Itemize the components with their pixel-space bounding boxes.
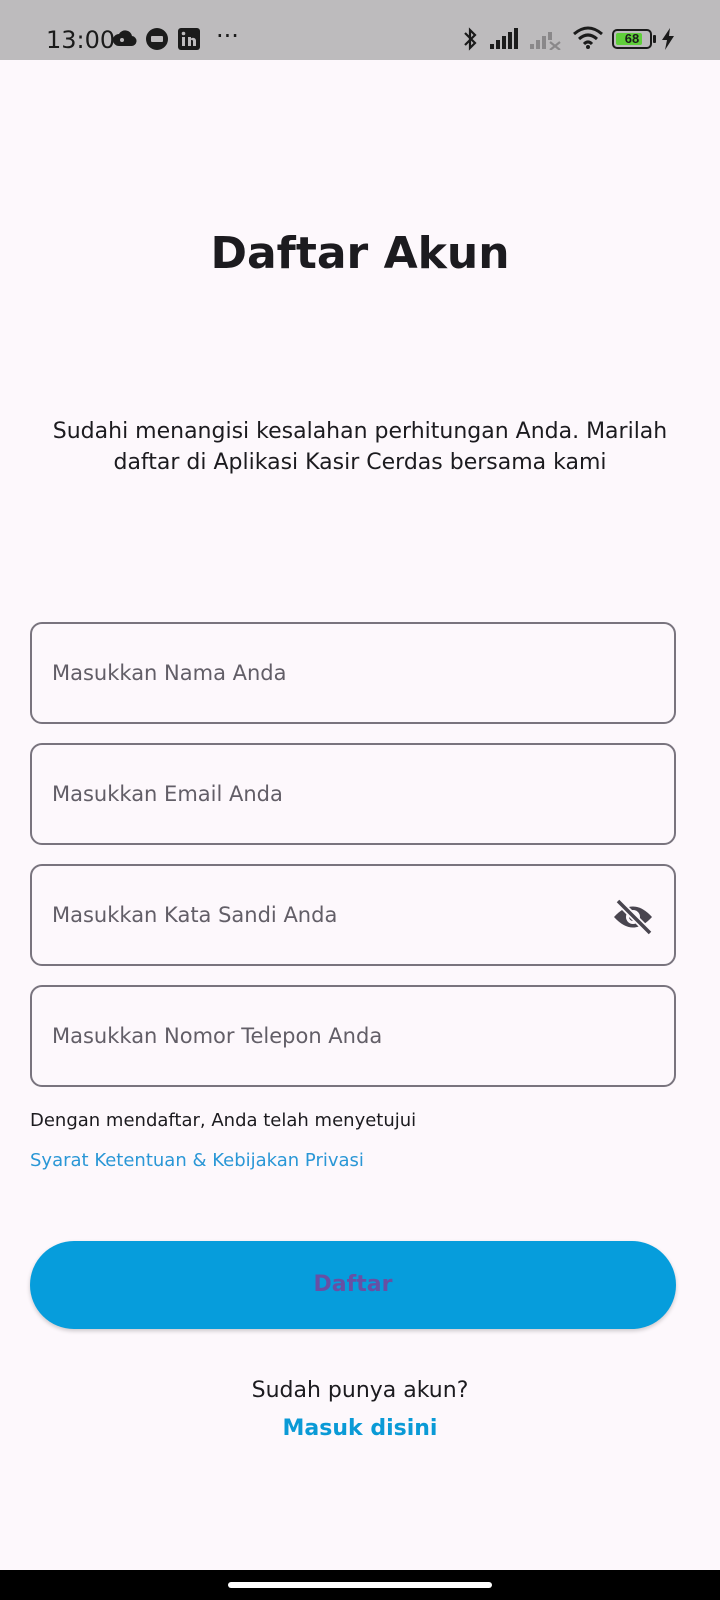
email-field-placeholder: Masukkan Email Anda (52, 782, 283, 806)
name-field[interactable]: Masukkan Nama Anda (30, 622, 676, 724)
signal-no-service-icon (530, 32, 561, 50)
name-field-placeholder: Masukkan Nama Anda (52, 661, 287, 685)
consent-text: Dengan mendaftar, Anda telah menyetujui (30, 1110, 417, 1131)
chat-bubble-icon (146, 28, 168, 50)
status-bar: 13:00 ··· 68 (0, 0, 720, 60)
password-field-placeholder: Masukkan Kata Sandi Anda (52, 903, 338, 927)
phone-field[interactable]: Masukkan Nomor Telepon Anda (30, 985, 676, 1087)
charging-bolt-icon (662, 28, 674, 50)
page-title: Daftar Akun (210, 228, 510, 279)
phone-field-placeholder: Masukkan Nomor Telepon Anda (52, 1024, 383, 1048)
terms-link[interactable]: Syarat Ketentuan & Kebijakan Privasi (30, 1150, 364, 1171)
signal-icon (490, 28, 518, 49)
home-indicator[interactable] (228, 1582, 492, 1588)
wifi-icon (573, 26, 603, 49)
linkedin-icon (178, 28, 200, 50)
status-time: 13:00 (46, 26, 116, 54)
register-screen: Daftar Akun Sudahi menangisi kesalahan p… (0, 60, 720, 1570)
login-link[interactable]: Masuk disini (0, 1416, 720, 1441)
battery-level: 68 (624, 31, 640, 46)
page-subtitle: Sudahi menangisi kesalahan perhitungan A… (52, 419, 668, 475)
have-account-text: Sudah punya akun? (251, 1378, 469, 1403)
cloud-icon (113, 30, 137, 47)
email-field[interactable]: Masukkan Email Anda (30, 743, 676, 845)
navigation-bar (0, 1570, 720, 1600)
password-field[interactable]: Masukkan Kata Sandi Anda (30, 864, 676, 966)
eye-off-icon[interactable] (612, 898, 654, 936)
register-button[interactable]: Daftar (30, 1241, 676, 1329)
more-notifications-icon: ··· (216, 22, 239, 50)
bluetooth-icon (464, 27, 477, 51)
battery-icon: 68 (612, 29, 656, 49)
